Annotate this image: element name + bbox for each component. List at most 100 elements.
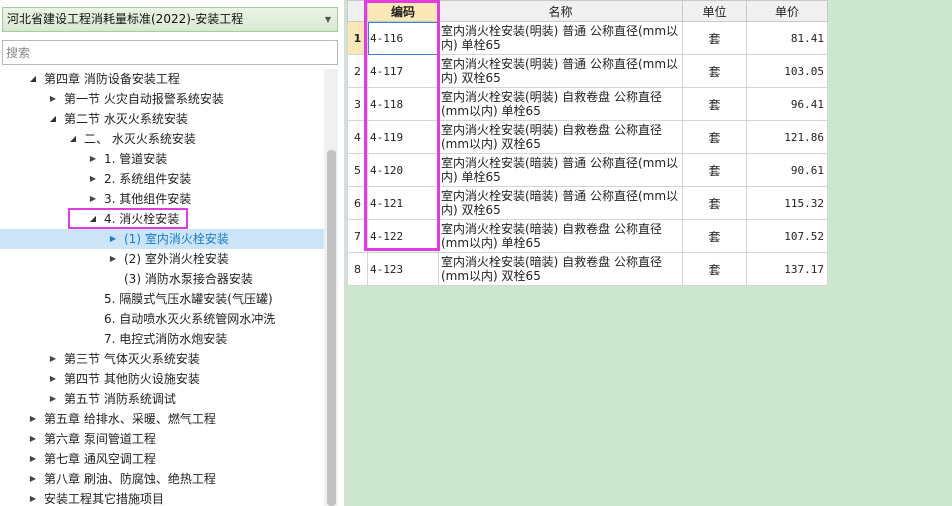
row-number[interactable]: 3 bbox=[347, 87, 368, 121]
cell-name[interactable]: 室内消火栓安装(暗装) 普通 公称直径(mm以 内) 双栓65 bbox=[438, 186, 683, 220]
tree-scrollbar-thumb[interactable] bbox=[327, 150, 336, 506]
tree-item-section5[interactable]: ▶ 第五节 消防系统调试 bbox=[0, 389, 324, 409]
search-input[interactable] bbox=[2, 40, 338, 65]
table-row[interactable]: 3 4-118 室内消火栓安装(明装) 自救卷盘 公称直径 (mm以内) 单栓65… bbox=[347, 87, 828, 121]
tree-item-chapter6[interactable]: ▶ 第六章 泵间管道工程 bbox=[0, 429, 324, 449]
table-row[interactable]: 5 4-120 室内消火栓安装(暗装) 普通 公称直径(mm以 内) 单栓65 套… bbox=[347, 153, 828, 187]
cell-unit[interactable]: 套 bbox=[682, 21, 747, 55]
table-row[interactable]: 1 4-116 室内消火栓安装(明装) 普通 公称直径(mm以 内) 单栓65 套… bbox=[347, 21, 828, 55]
tree-item-hydrant-install[interactable]: ◢ 4. 消火栓安装 bbox=[0, 209, 324, 229]
cell-price[interactable]: 121.86 bbox=[746, 120, 828, 154]
row-number[interactable]: 6 bbox=[347, 186, 368, 220]
tree-item-chapter5[interactable]: ▶ 第五章 给排水、采暖、燃气工程 bbox=[0, 409, 324, 429]
cell-code[interactable]: 4-121 bbox=[367, 186, 439, 220]
tree-item-pipe-install[interactable]: ▶ 1. 管道安装 bbox=[0, 149, 324, 169]
cell-code[interactable]: 4-119 bbox=[367, 120, 439, 154]
cell-name[interactable]: 室内消火栓安装(暗装) 普通 公称直径(mm以 内) 单栓65 bbox=[438, 153, 683, 187]
cell-code[interactable]: 4-118 bbox=[367, 87, 439, 121]
cell-price[interactable]: 90.61 bbox=[746, 153, 828, 187]
row-number[interactable]: 4 bbox=[347, 120, 368, 154]
standard-selector[interactable]: 河北省建设工程消耗量标准(2022)-安装工程 ▼ bbox=[2, 7, 338, 32]
header-unit[interactable]: 单位 bbox=[682, 0, 747, 22]
triangle-right-icon[interactable]: ▶ bbox=[87, 169, 99, 189]
cell-code[interactable]: 4-122 bbox=[367, 219, 439, 253]
triangle-right-icon[interactable]: ▶ bbox=[27, 489, 39, 506]
triangle-right-icon[interactable]: ▶ bbox=[27, 409, 39, 429]
tree-item-indoor-hydrant[interactable]: ▶ (1) 室内消火栓安装 bbox=[0, 229, 324, 249]
triangle-right-icon[interactable]: ▶ bbox=[107, 229, 119, 249]
tree-item-section4[interactable]: ▶ 第四节 其他防火设施安装 bbox=[0, 369, 324, 389]
cell-unit[interactable]: 套 bbox=[682, 252, 747, 286]
cell-unit[interactable]: 套 bbox=[682, 120, 747, 154]
tree-item-pump-connector[interactable]: (3) 消防水泵接合器安装 bbox=[0, 269, 324, 289]
triangle-down-icon[interactable]: ◢ bbox=[87, 209, 99, 229]
tree-item-other-components[interactable]: ▶ 3. 其他组件安装 bbox=[0, 189, 324, 209]
tree-item-part2[interactable]: ◢ 二、 水灭火系统安装 bbox=[0, 129, 324, 149]
triangle-down-icon[interactable]: ◢ bbox=[27, 69, 39, 89]
tree-item-chapter7[interactable]: ▶ 第七章 通风空调工程 bbox=[0, 449, 324, 469]
tree-item-sprinkler-flush[interactable]: 6. 自动喷水灭火系统管网水冲洗 bbox=[0, 309, 324, 329]
triangle-down-icon[interactable]: ◢ bbox=[47, 109, 59, 129]
grid-header-row: 编码 名称 单位 单价 bbox=[347, 0, 828, 22]
tree-item-system-components[interactable]: ▶ 2. 系统组件安装 bbox=[0, 169, 324, 189]
cell-name[interactable]: 室内消火栓安装(明装) 自救卷盘 公称直径 (mm以内) 双栓65 bbox=[438, 120, 683, 154]
tree-item-chapter8[interactable]: ▶ 第八章 刷油、防腐蚀、绝热工程 bbox=[0, 469, 324, 489]
table-row[interactable]: 2 4-117 室内消火栓安装(明装) 普通 公称直径(mm以 内) 双栓65 套… bbox=[347, 54, 828, 88]
tree-item-other-measures[interactable]: ▶ 安装工程其它措施项目 bbox=[0, 489, 324, 506]
cell-unit[interactable]: 套 bbox=[682, 87, 747, 121]
header-price[interactable]: 单价 bbox=[746, 0, 828, 22]
tree-item-chapter4[interactable]: ◢ 第四章 消防设备安装工程 bbox=[0, 69, 324, 89]
table-row[interactable]: 8 4-123 室内消火栓安装(暗装) 自救卷盘 公称直径 (mm以内) 双栓65… bbox=[347, 252, 828, 286]
triangle-right-icon[interactable]: ▶ bbox=[107, 249, 119, 269]
triangle-right-icon[interactable]: ▶ bbox=[27, 429, 39, 449]
cell-name[interactable]: 室内消火栓安装(明装) 自救卷盘 公称直径 (mm以内) 单栓65 bbox=[438, 87, 683, 121]
cell-unit[interactable]: 套 bbox=[682, 54, 747, 88]
cell-price[interactable]: 103.05 bbox=[746, 54, 828, 88]
cell-code[interactable]: 4-117 bbox=[367, 54, 439, 88]
cell-name[interactable]: 室内消火栓安装(暗装) 自救卷盘 公称直径 (mm以内) 单栓65 bbox=[438, 219, 683, 253]
cell-unit[interactable]: 套 bbox=[682, 219, 747, 253]
header-code[interactable]: 编码 bbox=[367, 0, 439, 22]
triangle-down-icon[interactable]: ◢ bbox=[67, 129, 79, 149]
cell-name[interactable]: 室内消火栓安装(明装) 普通 公称直径(mm以 内) 单栓65 bbox=[438, 21, 683, 55]
cell-unit[interactable]: 套 bbox=[682, 153, 747, 187]
row-number[interactable]: 2 bbox=[347, 54, 368, 88]
cell-price[interactable]: 107.52 bbox=[746, 219, 828, 253]
table-row[interactable]: 7 4-122 室内消火栓安装(暗装) 自救卷盘 公称直径 (mm以内) 单栓65… bbox=[347, 219, 828, 253]
cell-price[interactable]: 137.17 bbox=[746, 252, 828, 286]
cell-price[interactable]: 96.41 bbox=[746, 87, 828, 121]
cell-code[interactable]: 4-120 bbox=[367, 153, 439, 187]
tree-item-section1[interactable]: ▶ 第一节 火灾自动报警系统安装 bbox=[0, 89, 324, 109]
cell-name-line: 内) 双栓65 bbox=[441, 203, 501, 217]
triangle-right-icon[interactable]: ▶ bbox=[87, 149, 99, 169]
cell-name[interactable]: 室内消火栓安装(明装) 普通 公称直径(mm以 内) 双栓65 bbox=[438, 54, 683, 88]
triangle-right-icon[interactable]: ▶ bbox=[87, 189, 99, 209]
cell-unit[interactable]: 套 bbox=[682, 186, 747, 220]
triangle-right-icon[interactable]: ▶ bbox=[47, 389, 59, 409]
cell-name-line: 室内消火栓安装(暗装) 普通 公称直径(mm以 bbox=[441, 189, 679, 203]
table-row[interactable]: 6 4-121 室内消火栓安装(暗装) 普通 公称直径(mm以 内) 双栓65 套… bbox=[347, 186, 828, 220]
table-row[interactable]: 4 4-119 室内消火栓安装(明装) 自救卷盘 公称直径 (mm以内) 双栓65… bbox=[347, 120, 828, 154]
row-number[interactable]: 8 bbox=[347, 252, 368, 286]
triangle-right-icon[interactable]: ▶ bbox=[47, 369, 59, 389]
row-number[interactable]: 5 bbox=[347, 153, 368, 187]
triangle-right-icon[interactable]: ▶ bbox=[47, 89, 59, 109]
triangle-right-icon[interactable]: ▶ bbox=[27, 449, 39, 469]
row-number[interactable]: 1 bbox=[347, 21, 368, 55]
chevron-down-icon[interactable]: ▼ bbox=[325, 8, 331, 31]
triangle-right-icon[interactable]: ▶ bbox=[27, 469, 39, 489]
triangle-right-icon[interactable]: ▶ bbox=[47, 349, 59, 369]
header-name[interactable]: 名称 bbox=[438, 0, 683, 22]
tree-item-water-cannon[interactable]: 7. 电控式消防水炮安装 bbox=[0, 329, 324, 349]
row-number[interactable]: 7 bbox=[347, 219, 368, 253]
tree-item-section3[interactable]: ▶ 第三节 气体灭火系统安装 bbox=[0, 349, 324, 369]
tree-item-pressure-tank[interactable]: 5. 隔膜式气压水罐安装(气压罐) bbox=[0, 289, 324, 309]
cell-code[interactable]: 4-123 bbox=[367, 252, 439, 286]
tree-item-section2[interactable]: ◢ 第二节 水灭火系统安装 bbox=[0, 109, 324, 129]
cell-code[interactable]: 4-116 bbox=[367, 21, 439, 55]
cell-price[interactable]: 81.41 bbox=[746, 21, 828, 55]
cell-price[interactable]: 115.32 bbox=[746, 186, 828, 220]
header-row-number[interactable] bbox=[347, 0, 368, 22]
cell-name[interactable]: 室内消火栓安装(暗装) 自救卷盘 公称直径 (mm以内) 双栓65 bbox=[438, 252, 683, 286]
tree-item-outdoor-hydrant[interactable]: ▶ (2) 室外消火栓安装 bbox=[0, 249, 324, 269]
